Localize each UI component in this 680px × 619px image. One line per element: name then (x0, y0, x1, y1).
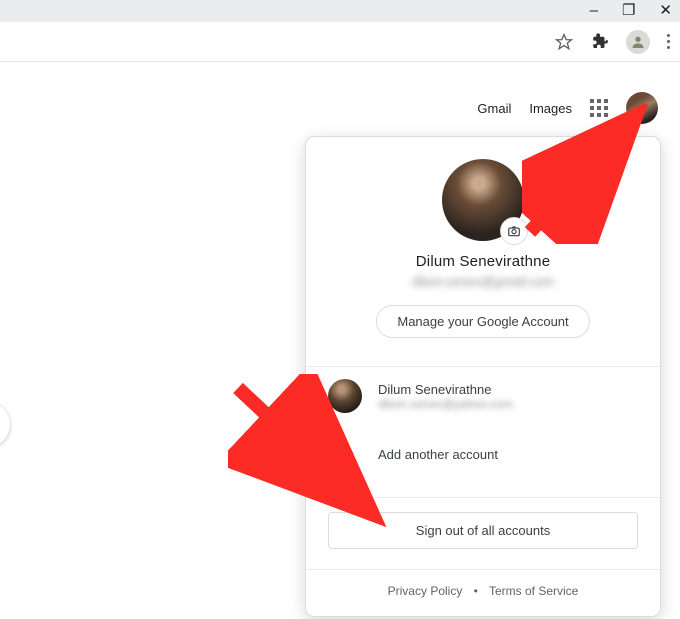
camera-icon (507, 224, 521, 238)
browser-toolbar (0, 22, 680, 62)
avatar-image (328, 379, 362, 413)
terms-link[interactable]: Terms of Service (489, 584, 578, 598)
other-account-name: Dilum Senevirathne (378, 382, 513, 397)
change-photo-button[interactable] (500, 217, 528, 245)
close-button[interactable]: ✕ (659, 0, 672, 22)
manage-account-button[interactable]: Manage your Google Account (376, 305, 589, 338)
images-link[interactable]: Images (529, 101, 572, 116)
maximize-button[interactable]: ❐ (622, 0, 635, 22)
gmail-link[interactable]: Gmail (477, 101, 511, 116)
window-titlebar: – ❐ ✕ (0, 0, 680, 22)
card-footer: Privacy Policy • Terms of Service (306, 570, 660, 606)
sign-out-all-button[interactable]: Sign out of all accounts (328, 512, 638, 549)
add-person-icon (328, 437, 362, 471)
profile-avatar-large (442, 159, 524, 241)
other-account-row[interactable]: Dilum Senevirathne dilum.senev@yahoo.com (306, 367, 660, 425)
account-email: dilum.senev@gmail.com (328, 274, 638, 289)
browser-profile-icon[interactable] (626, 30, 650, 54)
account-name: Dilum Senevirathne (328, 253, 638, 270)
add-account-label: Add another account (378, 447, 498, 462)
decorative-circle (0, 402, 10, 447)
google-header-links: Gmail Images (477, 92, 658, 124)
account-avatar-button[interactable] (626, 92, 658, 124)
account-menu-card: Dilum Senevirathne dilum.senev@gmail.com… (306, 137, 660, 616)
add-account-row[interactable]: Add another account (306, 425, 660, 483)
other-account-email: dilum.senev@yahoo.com (378, 397, 513, 411)
kebab-menu-icon[interactable] (666, 34, 670, 49)
bookmark-star-icon[interactable] (554, 32, 574, 52)
dot-separator: • (474, 584, 478, 598)
privacy-link[interactable]: Privacy Policy (388, 584, 463, 598)
page-content: Gmail Images Dilum Senevirathne dilum.se… (0, 62, 680, 619)
minimize-button[interactable]: – (590, 0, 598, 22)
apps-grid-icon[interactable] (590, 99, 608, 117)
extensions-icon[interactable] (590, 32, 610, 52)
